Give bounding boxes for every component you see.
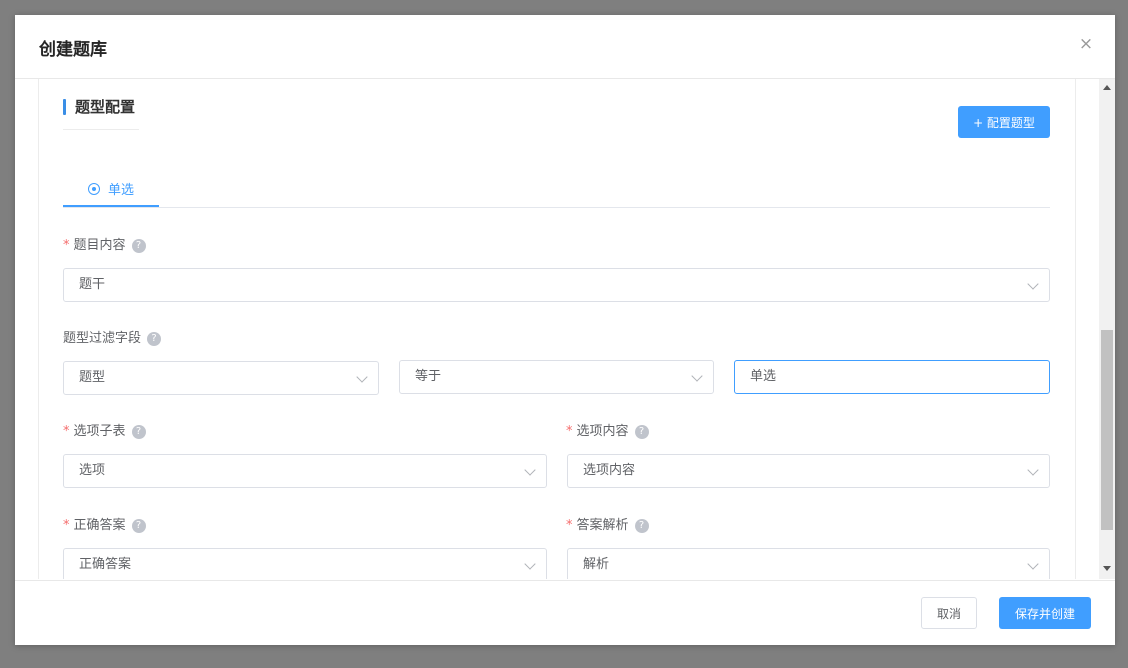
filter-label: 题型过滤字段 ? — [63, 330, 162, 348]
dialog-footer: 取消 保存并创建 — [15, 580, 1115, 645]
analysis-select[interactable]: 解析 — [567, 548, 1050, 579]
filter-field-select[interactable]: 题型 — [63, 361, 379, 395]
help-icon[interactable]: ? — [147, 332, 162, 346]
scroll-thumb[interactable] — [1101, 330, 1113, 530]
dialog-header: 创建题库 × — [15, 15, 1115, 79]
required-mark: * — [63, 424, 70, 439]
help-icon[interactable]: ? — [634, 519, 649, 533]
help-icon[interactable]: ? — [634, 425, 649, 439]
chevron-down-icon — [356, 371, 368, 383]
option-table-select[interactable]: 选项 — [63, 454, 547, 488]
help-icon[interactable]: ? — [131, 519, 146, 533]
chevron-down-icon — [691, 370, 703, 382]
filter-value-text: 单选 — [750, 369, 777, 384]
chevron-down-icon — [524, 464, 536, 476]
cancel-button[interactable]: 取消 — [921, 597, 977, 629]
save-and-create-button[interactable]: 保存并创建 — [999, 597, 1091, 629]
required-mark: * — [63, 238, 70, 253]
content-select[interactable]: 题干 — [63, 268, 1050, 302]
dialog-title: 创建题库 — [39, 40, 107, 60]
tab-label: 单选 — [107, 183, 134, 198]
vertical-scrollbar[interactable] — [1099, 79, 1115, 579]
chevron-down-icon — [524, 558, 536, 570]
radio-circle-icon — [87, 182, 100, 195]
help-icon[interactable]: ? — [131, 425, 146, 439]
config-card — [38, 79, 1076, 579]
answer-label-text: 正确答案 — [73, 518, 126, 533]
option-table-label-text: 选项子表 — [73, 424, 126, 439]
scroll-down-arrow-icon[interactable] — [1103, 566, 1111, 571]
section-title-divider — [63, 129, 139, 130]
option-content-label: * 选项内容 ? — [566, 423, 649, 441]
tabs-divider — [63, 207, 1050, 208]
option-content-value: 选项内容 — [583, 463, 636, 478]
chevron-down-icon — [1027, 464, 1039, 476]
filter-operator-select[interactable]: 等于 — [399, 360, 714, 394]
content-label-text: 题目内容 — [73, 238, 126, 253]
filter-field-value: 题型 — [79, 370, 106, 385]
section-title: 题型配置 — [63, 97, 135, 117]
answer-select[interactable]: 正确答案 — [63, 548, 547, 579]
analysis-value: 解析 — [583, 557, 610, 572]
dialog-body: 题型配置 + 配置题型 单选 * 题目内容 ? 题干 题型过滤字段 ? 题型 等… — [15, 79, 1115, 579]
required-mark: * — [566, 424, 573, 439]
required-mark: * — [63, 518, 70, 533]
filter-label-text: 题型过滤字段 — [63, 331, 142, 346]
section-title-bar — [63, 99, 66, 115]
analysis-label: * 答案解析 ? — [566, 517, 649, 535]
option-table-value: 选项 — [79, 463, 106, 478]
analysis-label-text: 答案解析 — [576, 518, 629, 533]
option-content-label-text: 选项内容 — [576, 424, 629, 439]
content-label: * 题目内容 ? — [63, 237, 146, 255]
scroll-up-arrow-icon[interactable] — [1103, 85, 1111, 90]
filter-operator-value: 等于 — [415, 369, 442, 384]
chevron-down-icon — [1027, 278, 1039, 290]
answer-value: 正确答案 — [79, 557, 132, 572]
section-title-text: 题型配置 — [75, 98, 136, 116]
close-icon[interactable]: × — [1077, 35, 1095, 53]
option-table-label: * 选项子表 ? — [63, 423, 146, 441]
config-type-button[interactable]: + 配置题型 — [958, 106, 1050, 138]
create-bank-dialog: 创建题库 × 题型配置 + 配置题型 单选 * 题目内容 ? 题干 题型过滤字段 — [15, 15, 1115, 645]
required-mark: * — [566, 518, 573, 533]
content-select-value: 题干 — [79, 277, 106, 292]
help-icon[interactable]: ? — [131, 239, 146, 253]
answer-label: * 正确答案 ? — [63, 517, 146, 535]
tab-active-indicator — [63, 205, 159, 207]
tab-single-choice[interactable]: 单选 — [63, 169, 159, 208]
option-content-select[interactable]: 选项内容 — [567, 454, 1050, 488]
filter-value-input[interactable]: 单选 — [734, 360, 1050, 394]
chevron-down-icon — [1027, 558, 1039, 570]
